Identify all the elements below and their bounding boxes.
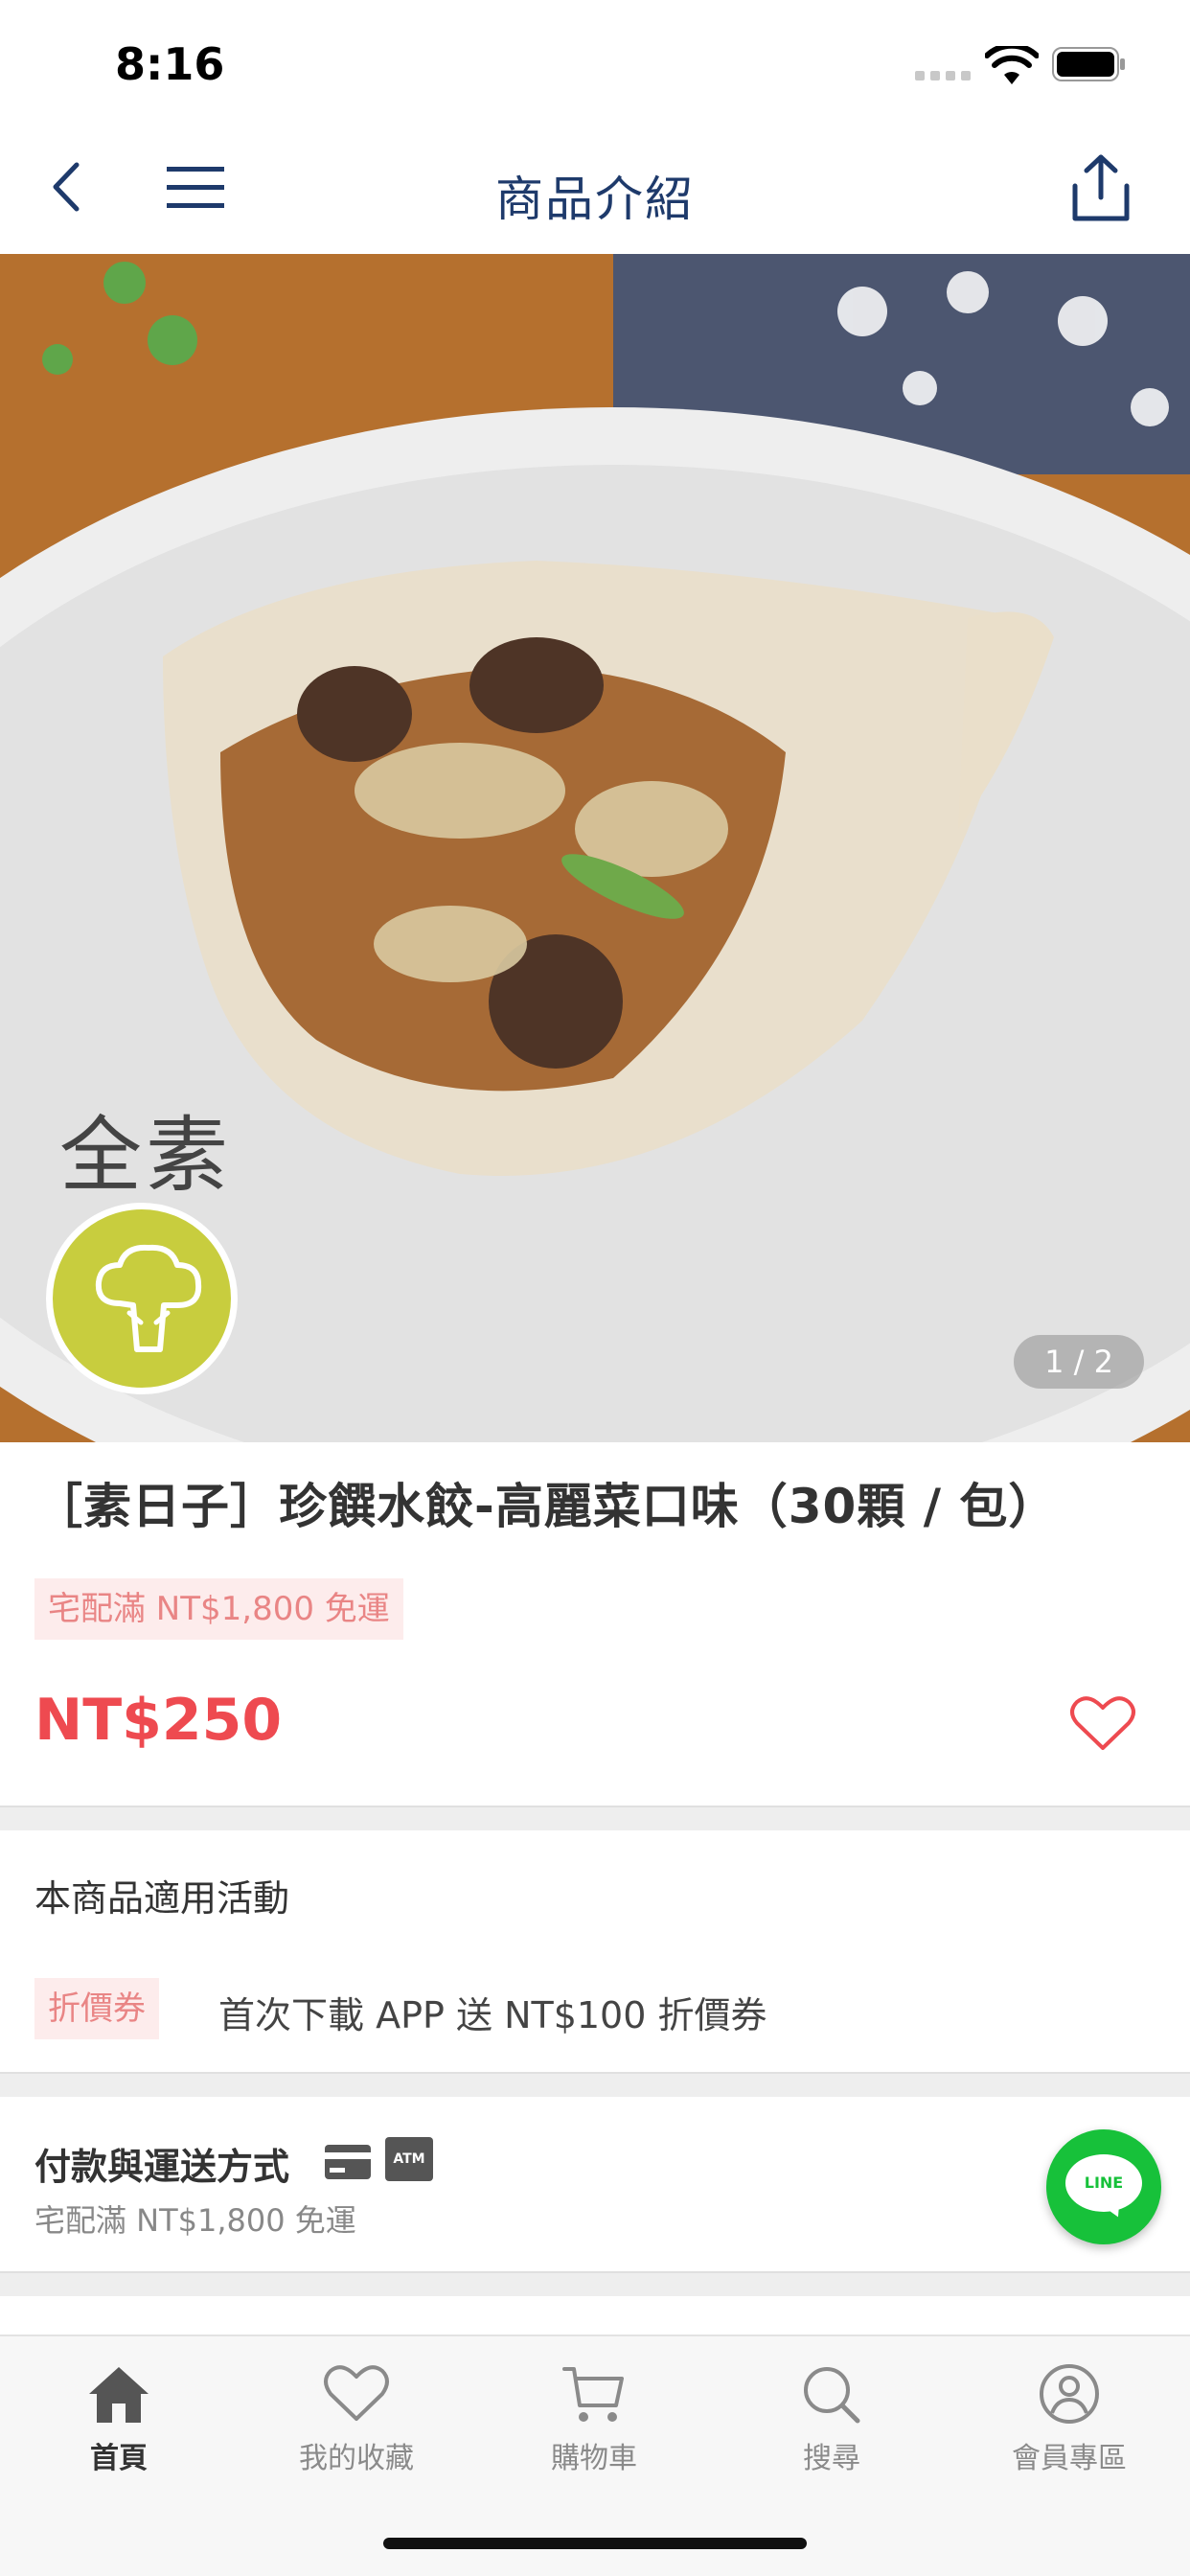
section-divider <box>0 2072 1190 2097</box>
share-icon[interactable] <box>1065 151 1136 224</box>
payment-shipping-subtitle: 宅配滿 NT$1,800 免運 <box>34 2202 356 2239</box>
battery-icon <box>1052 47 1125 81</box>
page-title: 商品介紹 <box>495 172 695 227</box>
shipping-tag: 宅配滿 NT$1,800 免運 <box>34 1578 403 1640</box>
payment-shipping-title[interactable]: 付款與運送方式 <box>34 2137 289 2190</box>
atm-icon: ATM <box>385 2137 433 2181</box>
diet-label: 全素 <box>59 1108 232 1204</box>
product-price: NT$250 <box>34 1687 283 1754</box>
tab-favorites[interactable]: 我的收藏 <box>238 2363 475 2497</box>
status-time: 8:16 <box>115 38 225 90</box>
search-icon <box>804 2367 860 2424</box>
section-divider <box>0 1806 1190 1830</box>
line-icon: LINE <box>1065 2154 1142 2212</box>
tab-label: 首頁 <box>90 2442 148 2475</box>
favorite-heart-icon[interactable] <box>1069 1694 1136 1752</box>
cart-icon <box>562 2367 624 2422</box>
tab-search[interactable]: 搜尋 <box>713 2363 950 2497</box>
user-icon <box>1040 2364 1099 2424</box>
cellular-signal-icon <box>915 71 971 80</box>
tab-label: 購物車 <box>551 2442 637 2475</box>
carousel-pager: 1 / 2 <box>1014 1335 1144 1389</box>
home-indicator[interactable] <box>383 2538 807 2549</box>
coupon-tag: 折價券 <box>34 1978 159 2039</box>
tab-label: 搜尋 <box>803 2442 860 2475</box>
product-name: ［素日子］珍饌水餃-高麗菜口味（30顆 / 包） <box>34 1479 1058 1534</box>
coupon-promotion-link[interactable]: 首次下載 APP 送 NT$100 折價券 <box>218 1986 767 2038</box>
tab-label: 會員專區 <box>1012 2442 1127 2475</box>
tab-cart[interactable]: 購物車 <box>475 2363 713 2497</box>
status-bar: 8:16 <box>0 0 1190 125</box>
vegetarian-badge <box>46 1203 238 1394</box>
credit-card-icon <box>325 2145 371 2179</box>
heart-icon <box>324 2365 389 2421</box>
line-chat-button[interactable]: LINE <box>1046 2129 1161 2244</box>
nav-bar: 商品介紹 <box>0 125 1190 254</box>
product-image-carousel[interactable]: 全素 1 / 2 <box>0 254 1190 1442</box>
tab-home[interactable]: 首頁 <box>0 2363 238 2497</box>
section-divider <box>0 2271 1190 2296</box>
promotions-title: 本商品適用活動 <box>34 1877 290 1920</box>
broccoli-icon <box>95 1244 202 1352</box>
tab-member[interactable]: 會員專區 <box>950 2363 1188 2497</box>
tab-label: 我的收藏 <box>299 2442 414 2475</box>
home-icon <box>89 2367 149 2423</box>
wifi-icon <box>985 46 1039 84</box>
